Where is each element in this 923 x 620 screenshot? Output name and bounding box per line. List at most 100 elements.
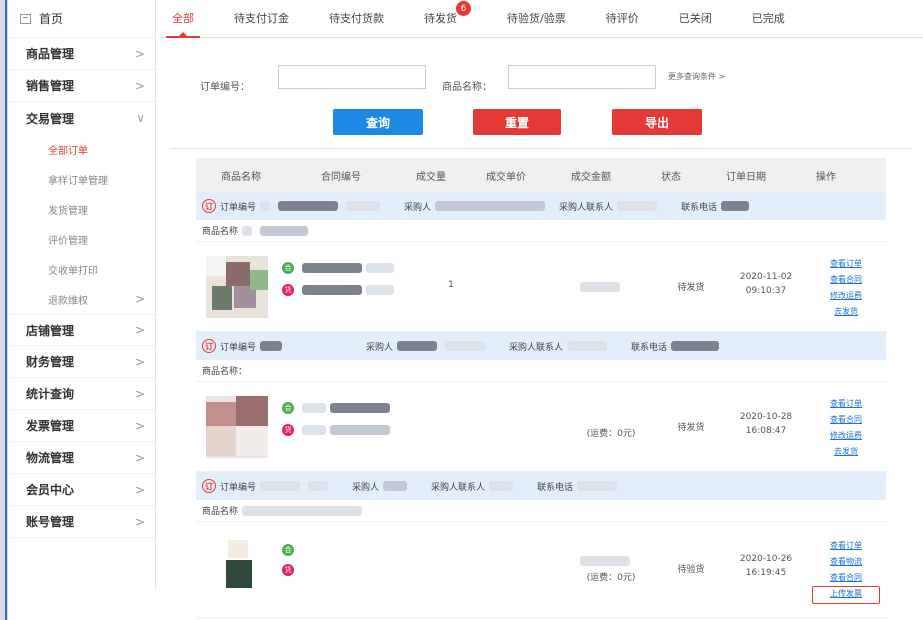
sidebar-home[interactable]: 首页 xyxy=(10,0,155,38)
search-button[interactable]: 查询 xyxy=(333,109,423,135)
sidebar-item-store[interactable]: 店铺管理 > xyxy=(10,314,155,346)
reset-button[interactable]: 重置 xyxy=(473,109,561,135)
product-name-row: 商品名称： xyxy=(196,360,886,382)
view-contract-link[interactable]: 查看合同 xyxy=(816,272,876,288)
sidebar-sub-sample-orders[interactable]: 拿样订单管理 xyxy=(10,164,155,194)
col-contract: 合同编号 xyxy=(321,171,361,183)
order-status: 待发货 xyxy=(677,283,705,293)
order-row: 合 货 1 待发货 2020-11-02 09:10:37 查看订单 查看合同 … xyxy=(196,242,886,332)
sidebar-sub-label: 退款维权 xyxy=(48,295,88,307)
tab-completed[interactable]: 已完成 xyxy=(752,0,785,37)
ship-link[interactable]: 去发货 xyxy=(816,304,876,320)
tab-await-payment[interactable]: 待支付货款 xyxy=(329,0,384,37)
sidebar-item-label: 店铺管理 xyxy=(26,323,75,338)
sidebar-sub-refunds[interactable]: 退款维权 > xyxy=(10,284,155,314)
view-order-link[interactable]: 查看订单 xyxy=(816,538,876,554)
more-filters-link[interactable]: 更多查询条件 > xyxy=(668,71,725,82)
sidebar-sub-reviews[interactable]: 评价管理 xyxy=(10,224,155,254)
order-date: 2020-10-28 xyxy=(739,412,793,422)
sidebar-item-trade[interactable]: 交易管理 ∨ xyxy=(10,102,155,134)
sidebar-item-invoice[interactable]: 发票管理 > xyxy=(10,410,155,442)
phone-label: 联系电话 xyxy=(537,482,574,493)
ship-link[interactable]: 去发货 xyxy=(816,444,876,460)
goods-tag-icon: 货 xyxy=(282,424,294,436)
sidebar-item-logistics[interactable]: 物流管理 > xyxy=(10,442,155,474)
order-time: 16:19:45 xyxy=(745,568,787,578)
view-order-link[interactable]: 查看订单 xyxy=(816,256,876,272)
sidebar-item-account[interactable]: 账号管理 > xyxy=(10,506,155,538)
sidebar-sub-label: 发货管理 xyxy=(48,205,88,217)
product-thumbnail xyxy=(206,396,268,458)
sidebar-item-label: 物流管理 xyxy=(26,451,75,465)
sidebar-item-products[interactable]: 商品管理 > xyxy=(10,38,155,70)
view-order-link[interactable]: 查看订单 xyxy=(816,396,876,412)
chevron-down-icon: ∨ xyxy=(136,111,145,125)
tab-await-review[interactable]: 待评价 xyxy=(606,0,639,37)
home-icon xyxy=(20,13,31,24)
product-thumbnail xyxy=(206,256,268,318)
sidebar-sub-all-orders[interactable]: 全部订单 xyxy=(10,134,155,164)
sidebar-item-label: 交易管理 xyxy=(26,111,75,126)
contract-tag-icon: 合 xyxy=(282,544,294,556)
view-contract-link[interactable]: 查看合同 xyxy=(816,412,876,428)
order-actions: 查看订单 查看合同 修改运费 去发货 xyxy=(816,256,876,320)
sidebar-item-sales[interactable]: 销售管理 > xyxy=(10,70,155,102)
order-header: 订 订单编号 采购人 采购人联系人 联系电话 xyxy=(196,192,886,220)
edit-freight-link[interactable]: 修改运费 xyxy=(816,288,876,304)
view-logistics-link[interactable]: 查看物流 xyxy=(816,554,876,570)
order-freight: (运费：0元) xyxy=(586,573,636,583)
sidebar-item-label: 财务管理 xyxy=(26,355,75,369)
edit-freight-link[interactable]: 修改运费 xyxy=(816,428,876,444)
col-qty: 成交量 xyxy=(416,171,446,183)
table-header: 商品名称 合同编号 成交量 成交单价 成交金额 状态 订单日期 操作 xyxy=(196,158,886,192)
export-button[interactable]: 导出 xyxy=(612,109,702,135)
sidebar-sub-shipping[interactable]: 发货管理 xyxy=(10,194,155,224)
sidebar-item-label: 商品管理 xyxy=(26,47,75,61)
tab-closed[interactable]: 已关闭 xyxy=(679,0,712,37)
chevron-right-icon: > xyxy=(134,386,145,401)
tab-all[interactable]: 全部 xyxy=(166,0,200,38)
view-contract-link[interactable]: 查看合同 xyxy=(816,570,876,586)
sidebar-item-label: 发票管理 xyxy=(26,419,75,433)
order-no-label: 订单编号 xyxy=(220,482,257,493)
tab-label: 待发货 xyxy=(424,12,457,25)
chevron-right-icon: > xyxy=(134,354,145,369)
order-status: 待发货 xyxy=(677,423,705,433)
contract-tag-icon: 合 xyxy=(282,402,294,414)
order-date: 2020-10-26 xyxy=(739,554,793,564)
sidebar-sub-label: 拿样订单管理 xyxy=(48,175,108,187)
product-thumbnail xyxy=(206,536,268,598)
chevron-right-icon: > xyxy=(134,450,145,465)
tab-await-deposit[interactable]: 待支付订金 xyxy=(234,0,289,37)
buyer-contact-label: 采购人联系人 xyxy=(509,342,564,353)
sidebar-sub-label: 全部订单 xyxy=(48,145,88,157)
sidebar-item-finance[interactable]: 财务管理 > xyxy=(10,346,155,378)
buyer-contact-label: 采购人联系人 xyxy=(559,202,614,213)
sidebar-sub-print[interactable]: 交收单打印 xyxy=(10,254,155,284)
sidebar-item-stats[interactable]: 统计查询 > xyxy=(10,378,155,410)
phone-label: 联系电话 xyxy=(631,342,668,353)
sidebar-item-members[interactable]: 会员中心 > xyxy=(10,474,155,506)
tab-await-shipping[interactable]: 待发货 6 xyxy=(424,0,471,37)
chevron-right-icon: > xyxy=(134,46,145,61)
order-time: 16:08:47 xyxy=(745,426,787,436)
order-date: 2020-11-02 xyxy=(739,272,793,282)
order-actions: 查看订单 查看合同 修改运费 去发货 xyxy=(816,396,876,460)
col-actions: 操作 xyxy=(816,171,836,183)
chevron-right-icon: > xyxy=(134,78,145,93)
orders-table: 商品名称 合同编号 成交量 成交单价 成交金额 状态 订单日期 操作 订 订单编… xyxy=(196,158,886,618)
product-name-input[interactable] xyxy=(508,65,656,89)
order-icon: 订 xyxy=(202,479,216,493)
order-time: 09:10:37 xyxy=(745,286,787,296)
order-freight: (运费：0元) xyxy=(586,429,636,439)
order-icon: 订 xyxy=(202,199,216,213)
buyer-label: 采购人 xyxy=(352,482,380,493)
order-status-tabs: 全部 待支付订金 待支付货款 待发货 6 待验货/验票 待评价 已关闭 已完成 xyxy=(160,0,923,38)
count-badge: 6 xyxy=(456,1,471,16)
product-name-label: 商品名称： xyxy=(202,367,248,377)
phone-label: 联系电话 xyxy=(681,202,718,213)
order-no-input[interactable] xyxy=(278,65,426,89)
product-name-row: 商品名称 xyxy=(196,500,886,522)
tab-await-inspection[interactable]: 待验货/验票 xyxy=(507,0,566,37)
sidebar-item-label: 统计查询 xyxy=(26,387,75,401)
